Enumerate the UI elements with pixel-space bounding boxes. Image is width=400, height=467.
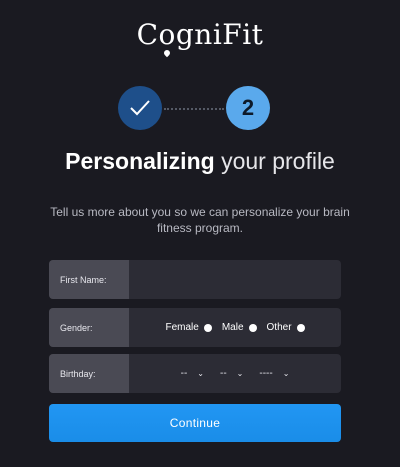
birthday-label: Birthday: xyxy=(49,354,129,393)
logo-text-end: gniFit xyxy=(175,18,264,51)
birthday-field: Birthday: -- ⌄ -- ⌄ ---- ⌄ xyxy=(49,354,341,393)
birthday-year-select[interactable]: ---- ⌄ xyxy=(259,368,289,379)
continue-button[interactable]: Continue xyxy=(49,404,341,442)
logo-text-start: C xyxy=(136,18,159,51)
gender-other-label: Other xyxy=(266,322,292,333)
gender-male-radio[interactable]: Male xyxy=(222,322,257,333)
chevron-down-icon: ⌄ xyxy=(282,369,290,378)
radio-button-icon[interactable] xyxy=(248,323,257,332)
radio-button-icon[interactable] xyxy=(203,323,212,332)
page-description: Tell us more about you so we can persona… xyxy=(50,205,350,235)
day-value: -- xyxy=(219,368,227,379)
step-1-complete xyxy=(118,86,162,130)
gender-female-radio[interactable]: Female xyxy=(165,322,212,333)
title-rest: your profile xyxy=(214,148,335,174)
logo-pin-o: o xyxy=(158,18,176,51)
title-bold: Personalizing xyxy=(65,148,215,174)
chevron-down-icon: ⌄ xyxy=(236,369,244,378)
progress-steps: 2 xyxy=(0,86,400,132)
first-name-label: First Name: xyxy=(49,260,129,299)
cognifit-logo: CogniFit xyxy=(0,18,400,51)
chevron-down-icon: ⌄ xyxy=(197,369,204,378)
gender-other-radio[interactable]: Other xyxy=(267,322,305,333)
gender-female-label: Female xyxy=(165,322,199,333)
gender-options: Female Male Other xyxy=(129,308,341,347)
page-title: Personalizing your profile xyxy=(0,148,400,175)
birthday-selects: -- ⌄ -- ⌄ ---- ⌄ xyxy=(129,354,341,393)
month-value: -- xyxy=(180,368,188,379)
first-name-field: First Name: xyxy=(49,260,341,299)
year-value: ---- xyxy=(259,368,273,379)
checkmark-icon xyxy=(130,100,150,116)
step-2-active: 2 xyxy=(226,86,270,130)
gender-field: Gender: Female Male Other xyxy=(49,308,341,347)
birthday-day-select[interactable]: -- ⌄ xyxy=(220,368,243,379)
step-2-number: 2 xyxy=(241,95,255,120)
first-name-input[interactable] xyxy=(129,260,341,299)
birthday-month-select[interactable]: -- ⌄ xyxy=(181,368,204,379)
gender-label: Gender: xyxy=(49,308,129,347)
gender-male-label: Male xyxy=(221,322,244,333)
radio-button-icon[interactable] xyxy=(296,323,305,332)
step-connector xyxy=(164,108,224,110)
